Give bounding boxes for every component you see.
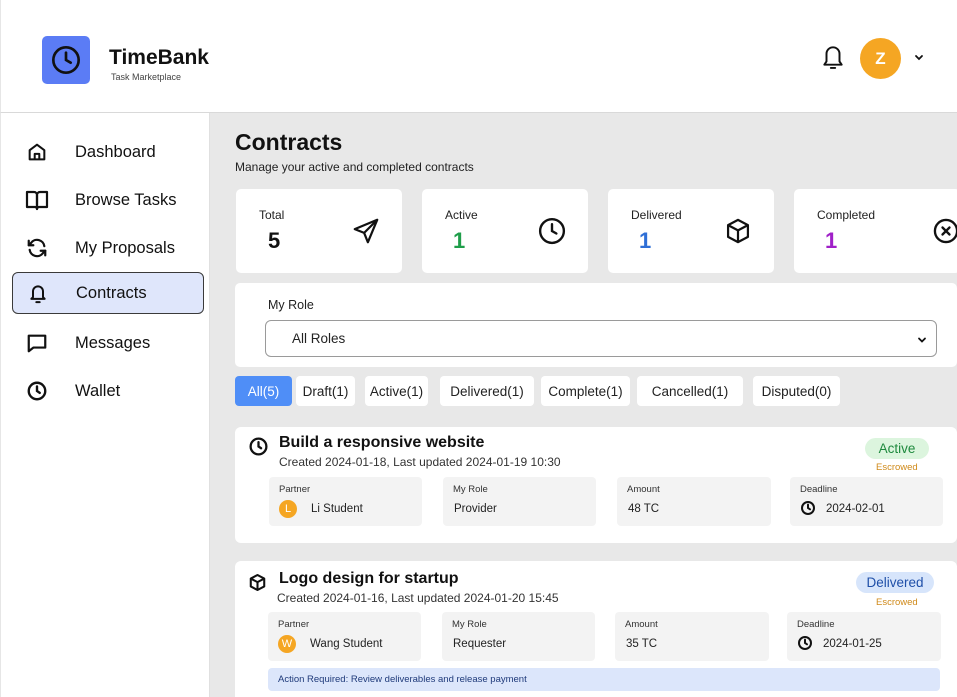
stat-label: Total xyxy=(259,208,285,222)
stat-card-delivered: Delivered 1 xyxy=(608,189,774,273)
avatar: L xyxy=(279,500,297,518)
deadline-box: Deadline 2024-02-01 xyxy=(790,477,943,526)
stat-label: Active xyxy=(445,208,478,222)
stat-card-active: Active 1 xyxy=(422,189,588,273)
contract-card[interactable]: Build a responsive website Created 2024-… xyxy=(235,427,957,543)
deadline-box: Deadline 2024-01-25 xyxy=(787,612,941,661)
stat-value: 1 xyxy=(639,228,652,253)
contract-meta: Created 2024-01-16, Last updated 2024-01… xyxy=(277,591,559,605)
deadline-value: 2024-01-25 xyxy=(823,638,882,650)
role-box: My Role Requester xyxy=(442,612,595,661)
chevron-down-icon xyxy=(916,333,928,345)
notifications-bell-icon[interactable] xyxy=(819,39,847,73)
tab-active[interactable]: Active(1) xyxy=(365,376,428,406)
bell-icon xyxy=(26,281,50,305)
sidebar-item-browse-tasks[interactable]: Browse Tasks xyxy=(12,179,204,221)
sidebar-item-messages[interactable]: Messages xyxy=(12,322,204,364)
brand-name: TimeBank xyxy=(109,46,209,69)
partner-label: Partner xyxy=(278,619,310,630)
role-value: Requester xyxy=(453,638,507,650)
stat-card-total: Total 5 xyxy=(236,189,402,273)
clock-icon xyxy=(247,435,269,457)
sidebar-item-label: My Proposals xyxy=(75,238,175,257)
tab-cancelled[interactable]: Cancelled(1) xyxy=(637,376,743,406)
deadline-value: 2024-02-01 xyxy=(826,503,885,515)
logo-clock-icon[interactable] xyxy=(42,36,90,84)
partner-box: Partner L Li Student xyxy=(269,477,422,526)
partner-name[interactable]: Wang Student xyxy=(310,638,382,650)
sidebar-item-label: Messages xyxy=(75,333,151,352)
contract-title[interactable]: Build a responsive website xyxy=(279,434,484,452)
role-select[interactable]: All Roles xyxy=(265,320,937,357)
sidebar-item-label: Dashboard xyxy=(75,142,156,161)
role-label: My Role xyxy=(453,484,488,495)
clock-icon xyxy=(536,215,568,247)
contract-title[interactable]: Logo design for startup xyxy=(279,570,459,588)
home-icon xyxy=(25,140,49,164)
amount-box: Amount 48 TC xyxy=(617,477,771,526)
tab-complete[interactable]: Complete(1) xyxy=(541,376,630,406)
send-icon xyxy=(350,215,382,247)
sidebar-item-label: Contracts xyxy=(76,283,147,302)
tab-draft[interactable]: Draft(1) xyxy=(296,376,355,406)
deadline-label: Deadline xyxy=(800,484,838,495)
partner-label: Partner xyxy=(279,484,311,495)
page-subtitle: Manage your active and completed contrac… xyxy=(235,160,474,174)
clock-icon xyxy=(800,500,816,516)
stat-label: Completed xyxy=(817,208,876,222)
amount-label: Amount xyxy=(627,484,660,495)
role-box: My Role Provider xyxy=(443,477,596,526)
sidebar-item-my-proposals[interactable]: My Proposals xyxy=(12,227,204,269)
avatar: W xyxy=(278,635,296,653)
status-badge: Delivered xyxy=(856,572,934,593)
stat-value: 1 xyxy=(825,228,838,253)
sidebar-item-label: Browse Tasks xyxy=(75,190,177,209)
sidebar-item-contracts[interactable]: Contracts xyxy=(12,272,204,314)
amount-value: 35 TC xyxy=(626,638,658,650)
sidebar-item-wallet[interactable]: Wallet xyxy=(12,370,204,412)
status-badge: Active xyxy=(865,438,929,459)
stat-value: 5 xyxy=(268,228,281,253)
box-icon xyxy=(722,215,754,247)
sidebar: Dashboard Browse Tasks My Proposals Cont… xyxy=(0,113,210,697)
brand-tagline: Task Marketplace xyxy=(111,72,182,82)
amount-label: Amount xyxy=(625,619,658,630)
escrow-label: Escrowed xyxy=(876,462,918,473)
page-title: Contracts xyxy=(235,129,343,155)
stat-label: Delivered xyxy=(631,208,682,222)
action-required-banner[interactable]: Action Required: Review deliverables and… xyxy=(268,668,940,691)
amount-value: 48 TC xyxy=(628,503,660,515)
role-value: Provider xyxy=(454,503,497,515)
role-label: My Role xyxy=(452,619,487,630)
partner-name[interactable]: Li Student xyxy=(311,503,363,515)
refresh-icon xyxy=(25,236,49,260)
partner-box: Partner W Wang Student xyxy=(268,612,421,661)
amount-box: Amount 35 TC xyxy=(615,612,769,661)
clock-icon xyxy=(25,379,49,403)
sidebar-item-dashboard[interactable]: Dashboard xyxy=(12,131,204,173)
box-icon xyxy=(246,571,268,593)
message-icon xyxy=(25,331,49,355)
sidebar-item-label: Wallet xyxy=(75,381,121,400)
role-select-value: All Roles xyxy=(292,331,346,346)
contract-meta: Created 2024-01-18, Last updated 2024-01… xyxy=(279,455,561,469)
role-filter-panel: My Role All Roles xyxy=(235,283,957,367)
contract-card[interactable]: Logo design for startup Created 2024-01-… xyxy=(235,561,957,697)
top-header: TimeBank Task Marketplace Z xyxy=(0,0,957,113)
book-icon xyxy=(25,188,49,212)
tab-delivered[interactable]: Delivered(1) xyxy=(440,376,534,406)
tab-all[interactable]: All(5) xyxy=(235,376,292,406)
deadline-label: Deadline xyxy=(797,619,835,630)
chevron-down-icon[interactable] xyxy=(912,50,926,64)
escrow-label: Escrowed xyxy=(876,597,918,608)
stat-card-completed: Completed 1 xyxy=(794,189,957,273)
user-avatar[interactable]: Z xyxy=(860,38,901,79)
x-circle-icon xyxy=(930,215,957,247)
tab-disputed[interactable]: Disputed(0) xyxy=(753,376,840,406)
stat-value: 1 xyxy=(453,228,466,253)
main-content: Contracts Manage your active and complet… xyxy=(210,113,957,697)
clock-icon xyxy=(797,635,813,651)
role-filter-label: My Role xyxy=(268,298,314,312)
